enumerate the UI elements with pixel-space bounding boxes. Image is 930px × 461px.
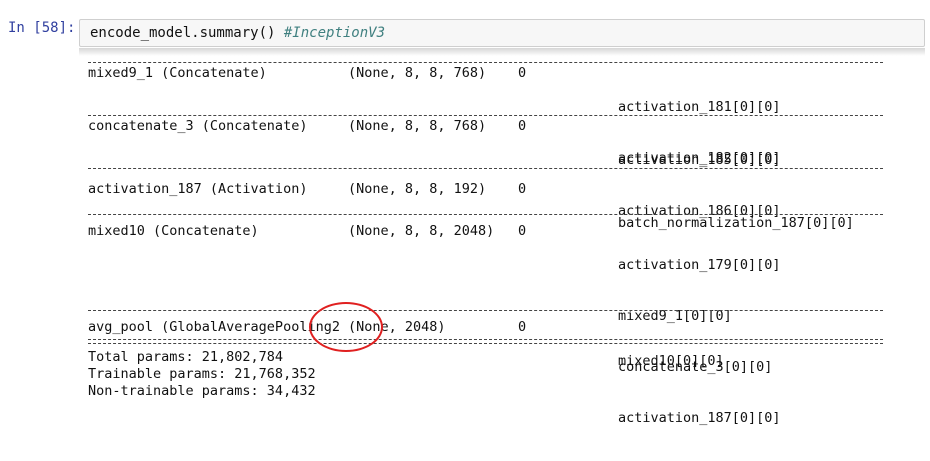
layer-name: mixed10 (Concatenate) [88, 223, 259, 239]
output-shape: (None, 8, 8, 2048) [348, 223, 495, 239]
connection: activation_185[0][0] [618, 152, 781, 168]
row-separator [88, 214, 883, 215]
param-count: 0 [518, 118, 527, 134]
layer-name: concatenate_3 (Concatenate) [88, 118, 308, 134]
total-separator [88, 339, 883, 344]
code-input-cell[interactable]: encode_model.summary() #InceptionV3 [79, 19, 925, 47]
connection: activation_179[0][0] [618, 257, 781, 273]
cell-prompt: In [58]: [8, 20, 76, 36]
red-circle-annotation [309, 302, 383, 352]
param-count: 0 [518, 65, 527, 81]
layer-name: avg_pool (GlobalAveragePooling2 [88, 319, 340, 335]
output-shape: (None, 8, 8, 192) [348, 181, 487, 197]
output-shape: (None, 8, 8, 768) [348, 65, 487, 81]
param-totals: Total params: 21,802,784 Trainable param… [88, 349, 316, 400]
connection: activation_187[0][0] [618, 410, 781, 426]
param-count: 0 [518, 181, 527, 197]
row-separator [88, 310, 883, 311]
output-shape: (None, 8, 8, 768) [348, 118, 487, 134]
non-trainable-params: Non-trainable params: 34,432 [88, 383, 316, 399]
row-separator [88, 168, 883, 169]
layer-name: activation_187 (Activation) [88, 181, 308, 197]
layer-name: mixed9_1 (Concatenate) [88, 65, 267, 81]
param-count: 0 [518, 319, 527, 335]
connection: mixed10[0][0] [618, 353, 724, 369]
code-text: encode_model.summary() [90, 25, 276, 41]
code-line[interactable]: encode_model.summary() #InceptionV3 [90, 25, 385, 41]
trainable-params: Trainable params: 21,768,352 [88, 366, 316, 382]
output-shadow [79, 48, 925, 56]
row-separator [88, 62, 883, 63]
total-params: Total params: 21,802,784 [88, 349, 284, 365]
code-comment: #InceptionV3 [283, 25, 386, 41]
param-count: 0 [518, 223, 527, 239]
connection: activation_181[0][0] [618, 99, 781, 115]
row-separator [88, 115, 883, 116]
connected-to: mixed10[0][0] [618, 319, 724, 404]
